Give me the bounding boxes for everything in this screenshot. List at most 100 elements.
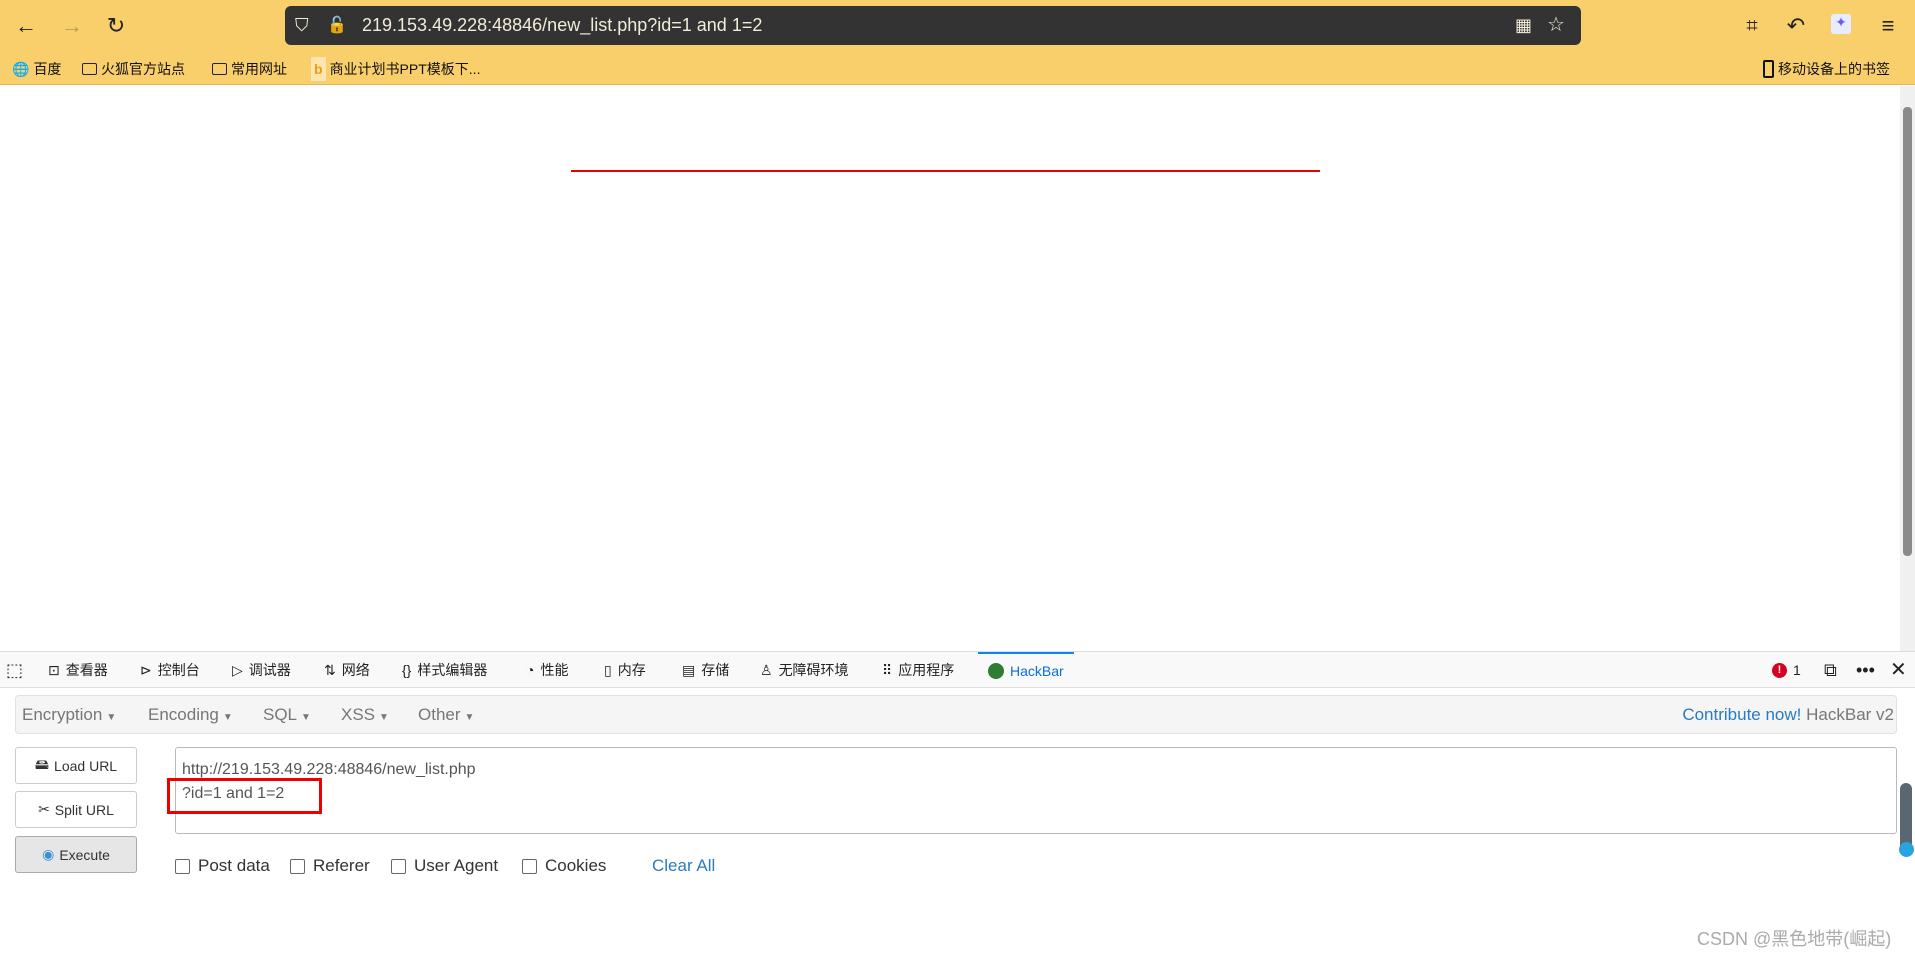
checkbox-box[interactable]	[290, 858, 305, 874]
scissors-icon: ✂	[38, 801, 50, 817]
tab-label: 查看器	[65, 662, 108, 678]
url-textarea[interactable]: http://219.153.49.228:48846/new_list.php…	[175, 747, 1897, 834]
menu-icon[interactable]: ≡	[1872, 10, 1904, 42]
menu-sql[interactable]: SQL ▼	[263, 696, 311, 736]
bookmark-label: 百度	[33, 61, 62, 77]
checkbox-label: User Agent	[414, 856, 499, 875]
highlight-box	[167, 778, 322, 814]
hackbar-version: HackBar v2	[1806, 705, 1894, 724]
checkbox-box[interactable]	[522, 858, 537, 874]
tab-console[interactable]: ⊳ 控制台	[140, 652, 200, 688]
browser-toolbar: ← → ↻ ⛉ 🔓 219.153.49.228:48846/new_list.…	[0, 0, 1915, 51]
referer-checkbox[interactable]: Referer	[290, 856, 370, 876]
bookmark-ppt[interactable]: b 商业计划书PPT模板下...	[311, 57, 480, 81]
accessibility-icon: ♙	[760, 662, 773, 678]
checkbox-box[interactable]	[391, 858, 406, 874]
play-icon: ◉	[42, 846, 55, 862]
tab-performance[interactable]: ◔ 性能	[526, 652, 568, 688]
caret-down-icon: ▼	[301, 712, 311, 723]
error-count: 1	[1793, 662, 1801, 678]
back-button[interactable]: ←	[10, 10, 42, 42]
bookmark-baidu[interactable]: 🌐 百度	[12, 57, 61, 81]
gauge-icon: ◔	[526, 662, 535, 678]
menu-label: Encryption	[22, 705, 103, 724]
checkbox-box[interactable]	[175, 858, 190, 874]
tab-network[interactable]: ⇅ 网络	[324, 652, 370, 688]
close-icon[interactable]: ✕	[1890, 652, 1907, 688]
grid-icon: ⠿	[882, 662, 893, 678]
menu-label: Encoding	[148, 705, 219, 724]
cookies-checkbox[interactable]: Cookies	[522, 856, 606, 876]
thermometer-bulb	[1899, 842, 1914, 857]
load-url-button[interactable]: 🖴 Load URL	[15, 747, 137, 784]
storage-icon: ▤	[682, 662, 696, 678]
network-icon: ⇅	[324, 662, 336, 678]
site-icon: b	[311, 57, 326, 81]
qr-code-icon[interactable]: ▦	[1515, 6, 1532, 45]
bookmark-common[interactable]: 常用网址	[212, 57, 287, 81]
bookmark-label: 移动设备上的书签	[1778, 61, 1890, 77]
tab-style-editor[interactable]: {} 样式编辑器	[402, 652, 487, 688]
folder-icon	[212, 63, 227, 75]
tab-application[interactable]: ⠿ 应用程序	[882, 652, 954, 688]
responsive-mode-icon[interactable]: ⧉	[1824, 652, 1837, 688]
tab-storage[interactable]: ▤ 存储	[682, 652, 729, 688]
forward-button[interactable]: →	[56, 10, 88, 42]
debugger-icon: ▷	[232, 662, 243, 678]
watermark: CSDN @黑色地带(崛起)	[1697, 929, 1892, 949]
extension-icon[interactable]: ✦	[1831, 14, 1851, 34]
clear-all-label: Clear All	[652, 856, 716, 875]
hackbar-info: Contribute now! HackBar v2	[1682, 696, 1894, 733]
mobile-bookmarks[interactable]: 移动设备上的书签	[1763, 57, 1890, 81]
button-label: Split URL	[54, 801, 114, 818]
checkbox-label: Cookies	[545, 856, 607, 875]
tab-label: 无障碍环境	[778, 662, 849, 678]
menu-xss[interactable]: XSS ▼	[341, 696, 389, 736]
menu-other[interactable]: Other ▼	[418, 696, 474, 736]
crop-icon[interactable]: ⌗	[1736, 10, 1768, 42]
more-options-icon[interactable]: •••	[1856, 652, 1875, 688]
caret-down-icon: ▼	[106, 712, 117, 723]
execute-button[interactable]: ◉ Execute	[15, 836, 137, 873]
tab-debugger[interactable]: ▷ 调试器	[232, 652, 291, 688]
folder-icon	[82, 63, 97, 75]
tab-hackbar[interactable]: HackBar	[978, 652, 1074, 688]
clear-all-link[interactable]: Clear All	[652, 856, 715, 876]
tab-label: 控制台	[157, 662, 200, 678]
tab-label: 网络	[341, 662, 370, 678]
menu-label: SQL	[263, 705, 298, 724]
shield-icon: ⛉	[295, 15, 309, 35]
menu-encoding[interactable]: Encoding ▼	[148, 696, 233, 736]
tab-label: HackBar	[1010, 663, 1064, 679]
contribute-link[interactable]: Contribute now!	[1682, 705, 1801, 724]
error-counter[interactable]: ! 1	[1772, 652, 1801, 688]
button-label: Load URL	[54, 757, 118, 774]
menu-label: XSS	[341, 705, 376, 724]
split-url-button[interactable]: ✂ Split URL	[15, 791, 137, 828]
url-bar[interactable]: ⛉ 🔓 219.153.49.228:48846/new_list.php?id…	[285, 6, 1581, 45]
element-picker-icon[interactable]: ⬚	[6, 652, 23, 688]
button-label: Execute	[59, 846, 110, 863]
menu-encryption[interactable]: Encryption ▼	[22, 696, 116, 736]
tab-accessibility[interactable]: ♙ 无障碍环境	[760, 652, 849, 688]
caret-down-icon: ▼	[222, 712, 233, 723]
tab-inspector[interactable]: ⊡ 查看器	[48, 652, 108, 688]
bookmark-firefox[interactable]: 火狐官方站点	[82, 57, 185, 81]
caret-down-icon: ▼	[464, 712, 475, 723]
reload-button[interactable]: ↻	[100, 10, 132, 42]
undo-icon[interactable]: ↶	[1780, 10, 1812, 42]
braces-icon: {}	[402, 662, 412, 678]
scrollbar-thumb[interactable]	[1903, 107, 1912, 556]
post-data-checkbox[interactable]: Post data	[175, 856, 270, 876]
error-icon: !	[1772, 662, 1787, 678]
load-icon: 🖴	[34, 755, 50, 772]
tab-memory[interactable]: ▯ 内存	[604, 652, 646, 688]
bookmark-star-icon[interactable]: ☆	[1547, 6, 1565, 45]
mobile-icon	[1763, 60, 1774, 78]
bookmark-label: 火狐官方站点	[101, 61, 185, 77]
tab-label: 应用程序	[898, 662, 955, 678]
devtools-tabbar: ⬚ ⊡ 查看器 ⊳ 控制台 ▷ 调试器 ⇅ 网络 {} 样式编辑器 ◔ 性能 ▯ 内存 ▤ 存储…	[0, 651, 1915, 688]
tab-label: 样式编辑器	[417, 662, 488, 678]
memory-icon: ▯	[604, 662, 612, 678]
user-agent-checkbox[interactable]: User Agent	[391, 856, 498, 876]
